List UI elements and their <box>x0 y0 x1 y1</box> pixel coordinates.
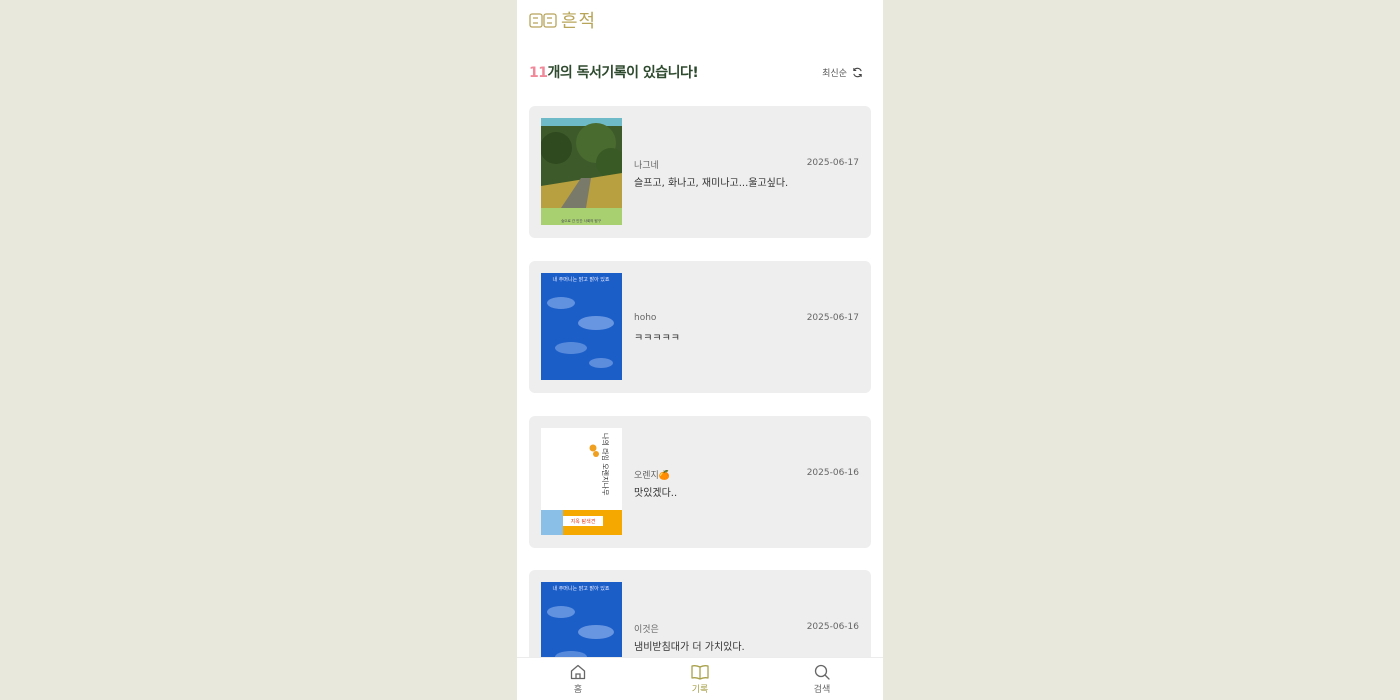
bottom-navigation: 홈 기록 검색 <box>517 657 883 700</box>
list-header: 11개의 독서기록이 있습니다! 최신순 <box>529 60 863 84</box>
book-open-icon <box>691 665 709 680</box>
logo-icon <box>529 13 557 28</box>
nav-home-label: 홈 <box>573 685 583 695</box>
nav-records[interactable]: 기록 <box>639 658 761 700</box>
sort-label: 최신순 <box>822 68 847 79</box>
refresh-icon <box>853 67 862 77</box>
record-meta: 오렌지🍊 2025-06-16 <box>634 468 859 481</box>
home-icon <box>570 664 586 680</box>
book-cover: 나의 라임 오렌지나무 지옥 탐색견 <box>541 428 622 535</box>
cover-text: 숲으로 간 인간 사회의 탐구 <box>561 218 602 223</box>
record-count-suffix: 개의 독서기록이 있습니다! <box>547 65 699 81</box>
record-meta: 나그네 2025-06-17 <box>634 158 859 171</box>
record-count-title: 11개의 독서기록이 있습니다! <box>529 62 699 82</box>
record-user: 오렌지🍊 <box>634 471 671 481</box>
app-logo[interactable]: 흔적 <box>529 7 596 33</box>
record-text: 슬프고, 화나고, 재미나고...울고싶다. <box>634 178 789 189</box>
record-meta: 이것은 2025-06-16 <box>634 622 859 635</box>
record-user: 이것은 <box>634 625 659 635</box>
record-date: 2025-06-16 <box>806 622 859 632</box>
book-cover: 숲으로 간 인간 사회의 탐구 <box>541 118 622 225</box>
record-user: hoho <box>634 313 657 323</box>
record-count: 11 <box>529 65 548 81</box>
record-text: 냄비받침대가 더 가치있다. <box>634 642 745 653</box>
app-screen: 흔적 11개의 독서기록이 있습니다! 최신순 숲으로 간 인간 사회의 탐구 … <box>517 0 883 700</box>
search-icon <box>814 664 830 680</box>
record-card[interactable]: 숲으로 간 인간 사회의 탐구 나그네 2025-06-17 슬프고, 화나고,… <box>529 106 871 238</box>
book-cover: 내 주머니는 맑고 밝아 있죠 <box>541 273 622 380</box>
cover-text: 나의 라임 오렌지나무 <box>601 433 610 496</box>
record-meta: hoho 2025-06-17 <box>634 313 859 323</box>
top-bar: 흔적 <box>517 0 883 40</box>
record-text: ㅋㅋㅋㅋㅋ <box>634 333 680 344</box>
cover-text: 내 주머니는 맑고 밝아 있죠 <box>553 276 610 283</box>
record-date: 2025-06-17 <box>806 158 859 168</box>
nav-home[interactable]: 홈 <box>517 658 639 700</box>
nav-records-label: 기록 <box>691 685 709 695</box>
cover-text: 내 주머니는 맑고 밝아 있죠 <box>553 585 610 592</box>
nav-search-label: 검색 <box>813 685 831 695</box>
cover-band-text: 지옥 탐색견 <box>571 518 596 525</box>
logo-text: 흔적 <box>561 11 597 32</box>
record-user: 나그네 <box>634 161 659 171</box>
record-date: 2025-06-16 <box>806 468 859 478</box>
nav-search[interactable]: 검색 <box>761 658 883 700</box>
record-text: 맛있겠다.. <box>634 488 678 499</box>
record-card[interactable]: 내 주머니는 맑고 밝아 있죠 hoho 2025-06-17 ㅋㅋㅋㅋㅋ <box>529 261 871 393</box>
record-card[interactable]: 나의 라임 오렌지나무 지옥 탐색견 오렌지🍊 2025-06-16 맛있겠다.… <box>529 416 871 548</box>
record-date: 2025-06-17 <box>806 313 859 323</box>
sort-button[interactable]: 최신순 <box>822 66 863 79</box>
